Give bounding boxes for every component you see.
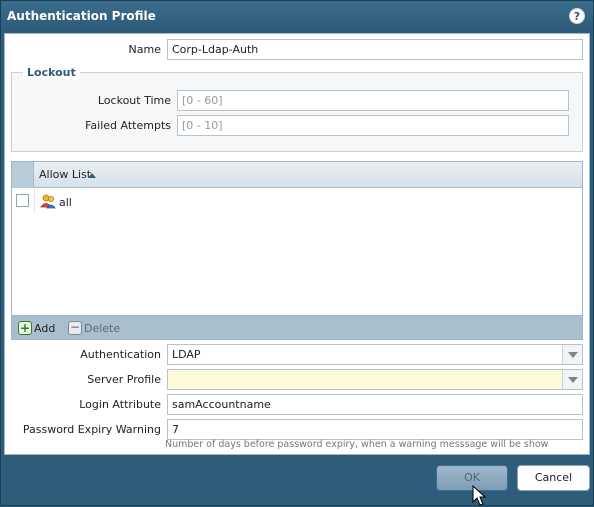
lockout-time-input[interactable]: [0 - 60] [177,90,569,111]
sort-ascending-icon[interactable] [88,173,96,178]
select-all-column[interactable] [12,162,34,188]
authentication-dropdown-button[interactable] [562,345,582,364]
password-expiry-label: Password Expiry Warning [22,423,161,436]
cancel-button[interactable]: Cancel [517,465,590,491]
name-label: Name [128,43,161,56]
minus-icon: − [68,320,82,335]
authentication-value: LDAP [172,348,201,361]
dialog-content: Name Corp-Ldap-Auth Lockout Lockout Time… [4,33,590,455]
authentication-profile-dialog: Authentication Profile ? Name Corp-Ldap-… [0,0,594,506]
server-profile-dropdown-button[interactable] [562,370,582,389]
mouse-pointer-icon [472,485,487,506]
lockout-legend: Lockout [23,66,80,79]
authentication-label: Authentication [80,348,161,361]
plus-icon: + [18,321,32,335]
allow-list-header: Allow List [12,162,582,188]
user-group-icon [40,194,56,209]
allow-list-entry: all [59,196,72,209]
password-expiry-input[interactable]: 7 [167,419,583,440]
delete-label: Delete [84,321,121,335]
lockout-fieldset [11,72,583,152]
login-attribute-label: Login Attribute [79,398,161,411]
allow-list-column-title[interactable]: Allow List [39,168,91,181]
add-label: Add [34,321,56,335]
delete-button[interactable]: − Delete [68,321,120,337]
failed-attempts-label: Failed Attempts [85,119,171,132]
chevron-down-icon [568,377,578,383]
password-expiry-hint: Number of days before password expiry, w… [165,439,549,450]
row-checkbox[interactable] [16,194,29,207]
allow-list-toolbar: + Add − Delete [11,315,583,340]
authentication-select[interactable]: LDAP [167,344,583,365]
failed-attempts-input[interactable]: [0 - 10] [177,115,569,136]
row-divider [34,189,35,213]
login-attribute-input[interactable]: samAccountname [167,394,583,415]
lockout-time-label: Lockout Time [97,94,171,107]
chevron-down-icon [568,352,578,358]
table-row[interactable]: all [12,189,582,213]
dialog-title: Authentication Profile [7,9,156,23]
name-input[interactable]: Corp-Ldap-Auth [167,39,583,60]
allow-list-grid: Allow List all [11,161,583,339]
server-profile-select[interactable] [167,369,583,390]
dialog-titlebar[interactable]: Authentication Profile ? [1,1,593,31]
help-icon[interactable]: ? [569,8,585,24]
add-button[interactable]: + Add [18,321,55,337]
server-profile-label: Server Profile [87,373,161,386]
